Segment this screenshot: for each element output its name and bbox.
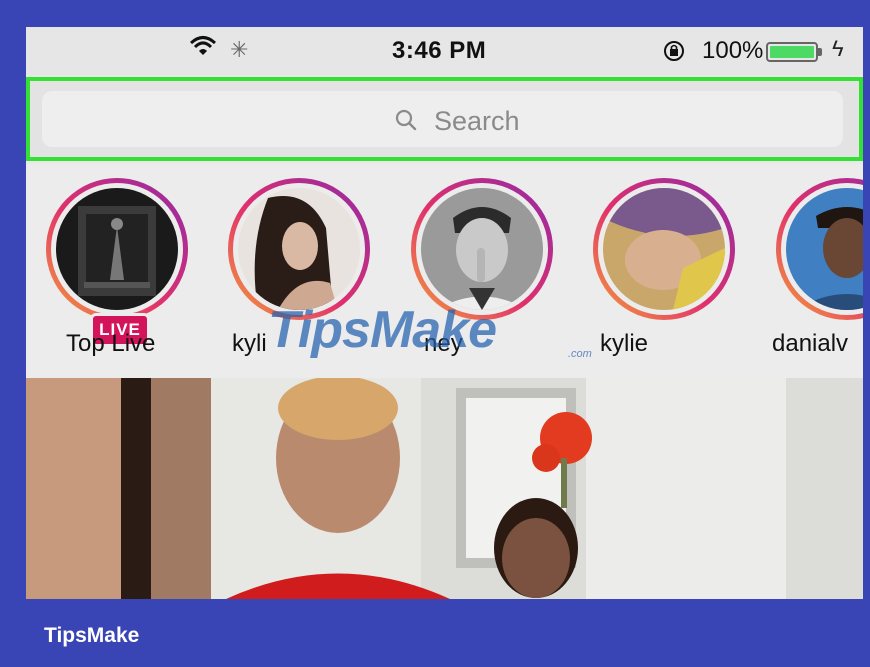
live-video-preview[interactable]	[26, 378, 863, 599]
status-bar: ✳ 3:46 PM 100% ϟ	[26, 27, 863, 75]
story-label: Top Live	[66, 330, 156, 357]
story-image	[56, 188, 178, 310]
status-time: 3:46 PM	[392, 37, 487, 64]
story-label: danialv	[772, 330, 849, 357]
footer-brand: TipsMake	[44, 624, 140, 647]
charging-bolt-icon: ϟ	[832, 36, 844, 61]
watermark-logo: TipsMake	[268, 301, 497, 359]
story-avatar-kyli[interactable]	[228, 178, 370, 320]
search-bar[interactable]: Search	[42, 91, 843, 147]
orientation-lock-icon	[664, 41, 684, 61]
video-frame-image	[26, 378, 863, 599]
search-icon	[395, 109, 417, 131]
search-placeholder: Search	[434, 106, 520, 136]
story-image	[421, 188, 543, 310]
loading-spinner-icon: ✳	[230, 37, 249, 62]
search-highlight: Search	[26, 77, 863, 161]
story-avatar-ney[interactable]	[411, 178, 553, 320]
watermark-suffix: .com	[568, 348, 592, 360]
battery-icon	[766, 42, 818, 62]
battery-nub	[818, 48, 822, 56]
story-avatar-kylie[interactable]	[593, 178, 735, 320]
story-label: kylie	[600, 330, 649, 357]
story-label: kyli	[232, 330, 267, 357]
story-avatar-top-live[interactable]: LIVE	[46, 178, 188, 347]
story-avatar-danialv[interactable]	[776, 178, 863, 320]
battery-percent: 100%	[702, 37, 764, 64]
story-image	[238, 188, 360, 310]
wifi-icon	[190, 36, 216, 55]
story-image	[603, 188, 725, 310]
